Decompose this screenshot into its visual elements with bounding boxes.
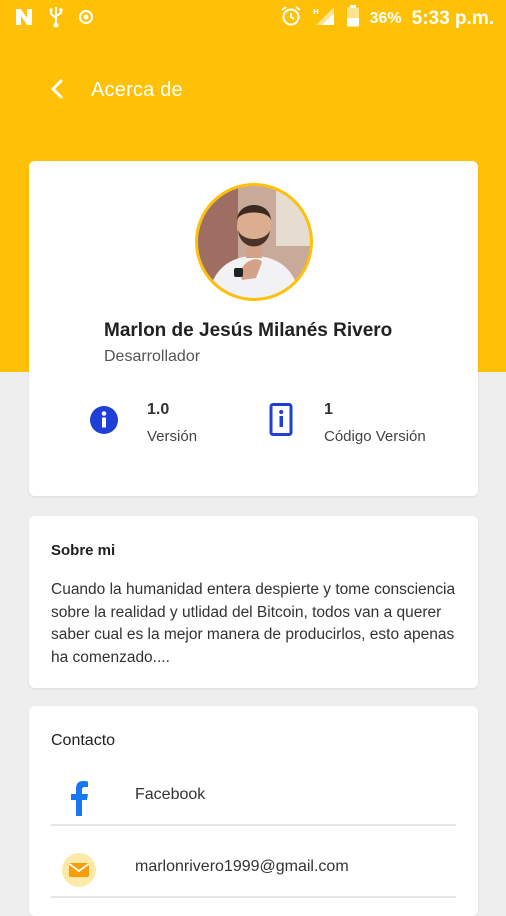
contact-facebook-label: Facebook [135, 786, 206, 803]
signal-icon: H [312, 5, 336, 32]
profile-role: Desarrollador [104, 348, 201, 365]
profile-card: Marlon de Jesús Milanés Rivero Desarroll… [29, 161, 478, 496]
battery-percent: 36% [369, 9, 402, 27]
version-code-value: 1 [324, 401, 333, 418]
profile-name: Marlon de Jesús Milanés Rivero [104, 320, 393, 341]
contact-email[interactable]: marlonrivero1999@gmail.com [51, 838, 456, 898]
svg-text:H: H [313, 8, 319, 16]
device-info-icon [269, 403, 299, 436]
version-label: Versión [147, 428, 198, 445]
clock-time: 5:33 p.m. [411, 7, 494, 29]
avatar [195, 183, 313, 301]
battery-icon [346, 5, 360, 32]
contact-email-label: marlonrivero1999@gmail.com [135, 858, 349, 875]
app-bar: Acerca de [0, 60, 506, 120]
page-title: Acerca de [91, 79, 183, 101]
facebook-icon [59, 778, 99, 818]
status-bar: H 36% 5:33 p.m. [0, 0, 506, 38]
usb-icon [48, 6, 64, 33]
contact-title: Contacto [51, 732, 116, 749]
back-button[interactable] [40, 74, 74, 108]
about-card: Sobre mi Cuando la humanidad entera desp… [29, 516, 478, 688]
version-code-label: Código Versión [324, 428, 426, 445]
about-title: Sobre mi [51, 542, 116, 559]
info-icon [89, 405, 119, 435]
email-icon [59, 850, 99, 890]
notification-n-icon [14, 7, 34, 32]
contact-facebook[interactable]: Facebook [51, 766, 456, 826]
alarm-icon [280, 5, 302, 32]
record-icon [78, 9, 94, 30]
contact-card: Contacto Facebook marlonrivero1999@gmail… [29, 706, 478, 916]
back-arrow-icon [49, 78, 65, 105]
about-text: Cuando la humanidad entera despierte y t… [51, 581, 456, 666]
version-value: 1.0 [147, 401, 170, 418]
